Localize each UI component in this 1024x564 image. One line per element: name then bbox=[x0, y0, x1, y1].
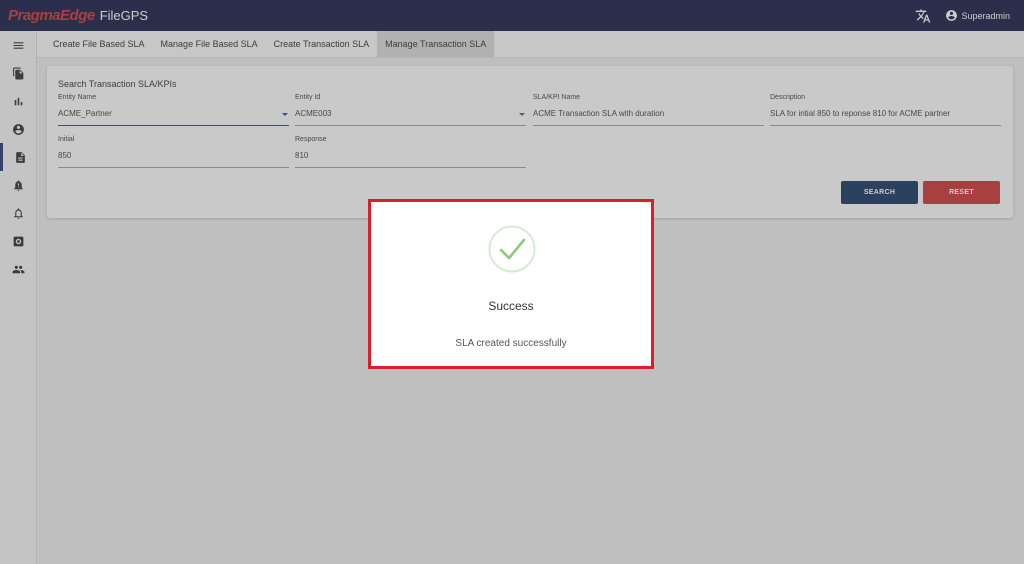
check-circle-icon bbox=[488, 225, 536, 273]
dialog-title: Success bbox=[488, 299, 534, 313]
dialog-message: SLA created successfully bbox=[455, 338, 567, 349]
success-dialog: Success SLA created successfully bbox=[368, 199, 654, 369]
